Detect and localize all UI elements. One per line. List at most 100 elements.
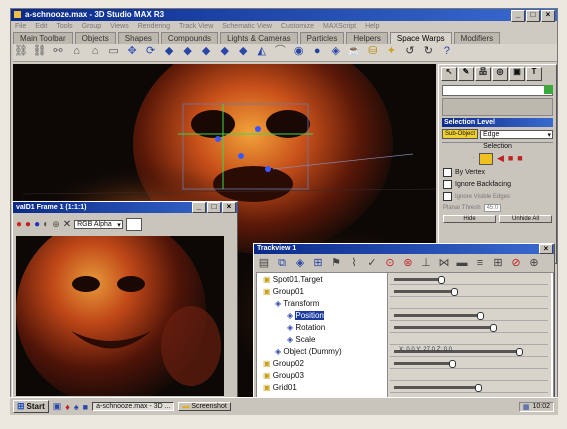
blue-channel-icon[interactable]: ● — [34, 219, 40, 230]
assign-controller-icon[interactable]: ⊞ — [311, 256, 325, 270]
vertex-icon[interactable]: · — [472, 153, 475, 165]
task-screenshot[interactable]: ▬ Screenshot — [178, 402, 231, 411]
diamond-icon-4[interactable]: ◆ — [236, 44, 250, 58]
key-marker[interactable] — [516, 348, 523, 356]
tab-helpers[interactable]: Helpers — [346, 32, 388, 44]
track-row[interactable] — [390, 276, 548, 285]
render-last-icon[interactable]: ⛁ — [366, 44, 380, 58]
by-vertex-checkbox[interactable] — [443, 168, 452, 177]
paste-icon[interactable]: ◈ — [293, 256, 307, 270]
maximize-button[interactable]: □ — [526, 10, 540, 22]
select-icon[interactable]: ⌂ — [70, 44, 84, 58]
unhide-all-button[interactable]: Unhide All — [499, 215, 552, 223]
scale-keys-icon[interactable]: ▬ — [455, 256, 469, 270]
curve-icon[interactable]: ⌒ — [273, 44, 287, 58]
task-max[interactable]: a-schnooze.max - 3D ... — [92, 402, 175, 411]
hierarchy-tree[interactable]: ▣ Spot01.Target ▣ Group01 ◈ Transform ◈ Pos… — [257, 273, 388, 397]
track-row[interactable] — [390, 336, 548, 345]
key-marker[interactable] — [438, 276, 445, 284]
render-close-button[interactable]: × — [222, 202, 236, 213]
quicklaunch-icon-1[interactable]: ▣ — [53, 401, 62, 412]
delete-icon[interactable]: ⊘ — [509, 256, 523, 270]
range-bar[interactable] — [394, 362, 455, 365]
sphere-icon[interactable]: ● — [310, 44, 324, 58]
display-tab-icon[interactable]: ▣ — [509, 67, 525, 81]
polygon-icon[interactable]: ■ — [508, 153, 513, 165]
track-row[interactable] — [390, 384, 548, 393]
range-bar[interactable] — [394, 314, 483, 317]
render-maximize-button[interactable]: □ — [207, 202, 221, 213]
key-marker[interactable] — [449, 360, 456, 368]
track-row[interactable] — [390, 372, 548, 381]
selection-rollout-title[interactable]: Selection — [442, 142, 553, 150]
modify-tab-icon[interactable]: ✎ — [458, 67, 474, 81]
menu-item-customize[interactable]: Customize — [281, 23, 314, 30]
range-bar[interactable] — [394, 326, 496, 329]
move-icon[interactable]: ✥ — [125, 44, 139, 58]
tray-icon[interactable]: ▦ — [523, 403, 530, 411]
edit-keys-icon[interactable]: ⊙ — [383, 256, 397, 270]
quicklaunch-icon-4[interactable]: ■ — [83, 402, 88, 412]
object-name-field[interactable] — [442, 85, 553, 96]
tab-objects[interactable]: Objects — [74, 32, 116, 44]
edit-time-icon[interactable]: ⊛ — [401, 256, 415, 270]
track-row[interactable] — [390, 360, 548, 369]
select-name-icon[interactable]: ⌂ — [88, 44, 102, 58]
teapot-icon[interactable]: ☕ — [347, 44, 361, 58]
close-button[interactable]: × — [541, 10, 555, 22]
hierarchy-tab-icon[interactable]: 品 — [475, 67, 491, 81]
zoom-icon[interactable]: ⊕ — [527, 256, 541, 270]
menu-item-file[interactable]: File — [15, 23, 26, 30]
menu-item-schematic-view[interactable]: Schematic View — [222, 23, 272, 30]
sub-object-button[interactable]: Sub-Object — [442, 129, 479, 139]
diamond-icon[interactable]: ◆ — [181, 44, 195, 58]
ignore-visible-edges-checkbox[interactable] — [443, 192, 452, 201]
ease-curve-icon[interactable]: ⊥ — [419, 256, 433, 270]
function-curve-icon[interactable]: ⊞ — [491, 256, 505, 270]
create-tab-icon[interactable]: ↖ — [441, 67, 457, 81]
tree-node[interactable]: ◈ Rotation — [287, 323, 325, 333]
minimize-button[interactable]: _ — [511, 10, 525, 22]
motion-tab-icon[interactable]: ◎ — [492, 67, 508, 81]
tree-node[interactable]: ▣ Spot01.Target — [263, 275, 323, 285]
material-icon[interactable]: ◉ — [292, 44, 306, 58]
parameter-curve-icon[interactable]: ⌇ — [347, 256, 361, 270]
make-unique-icon[interactable]: ⚑ — [329, 256, 343, 270]
quick-render-icon[interactable]: ✦ — [384, 44, 398, 58]
key-marker[interactable] — [451, 288, 458, 296]
menu-item-views[interactable]: Views — [110, 23, 129, 30]
object-color-swatch[interactable] — [544, 85, 553, 94]
key-marker[interactable] — [490, 324, 497, 332]
clear-icon[interactable]: ✕ — [63, 219, 71, 230]
tree-node[interactable]: ▣ Group03 — [263, 371, 304, 381]
redo-icon[interactable]: ↻ — [421, 44, 435, 58]
menu-item-edit[interactable]: Edit — [35, 23, 47, 30]
track-row[interactable] — [390, 300, 548, 309]
diamond-icon-2[interactable]: ◆ — [199, 44, 213, 58]
menu-item-group[interactable]: Group — [82, 23, 101, 30]
tab-particles[interactable]: Particles — [299, 32, 345, 44]
tab-compounds[interactable]: Compounds — [160, 32, 219, 44]
modifier-stack[interactable] — [442, 98, 553, 116]
tree-node[interactable]: ▣ Group02 — [263, 359, 304, 369]
tab-lights-cameras[interactable]: Lights & Cameras — [220, 32, 298, 44]
insert-key-icon[interactable]: ⋈ — [437, 256, 451, 270]
menu-item-help[interactable]: Help — [365, 23, 379, 30]
red-channel-icon[interactable]: ● — [16, 219, 22, 230]
bind-icon[interactable]: ⚯ — [51, 44, 65, 58]
channel-select[interactable]: RGB Alpha ▾ — [74, 219, 123, 229]
copy-icon[interactable]: ⧉ — [275, 256, 289, 270]
mono-icon[interactable]: ⊕ — [52, 219, 60, 230]
hide-button[interactable]: Hide — [443, 215, 496, 223]
align-icon[interactable]: ◭ — [255, 44, 269, 58]
undo-icon[interactable]: ↺ — [403, 44, 417, 58]
tree-node[interactable]: ▣ Grid01 — [263, 383, 297, 393]
face-icon[interactable]: ◀ — [497, 153, 504, 165]
tab-modifiers[interactable]: Modifiers — [453, 32, 501, 44]
tree-node[interactable]: ◈ Position — [287, 311, 324, 321]
render-minimize-button[interactable]: _ — [192, 202, 206, 213]
edge-icon[interactable] — [478, 153, 493, 165]
range-bar[interactable] — [394, 386, 481, 389]
range-bar[interactable] — [394, 278, 444, 281]
region-icon[interactable]: ▭ — [107, 44, 121, 58]
